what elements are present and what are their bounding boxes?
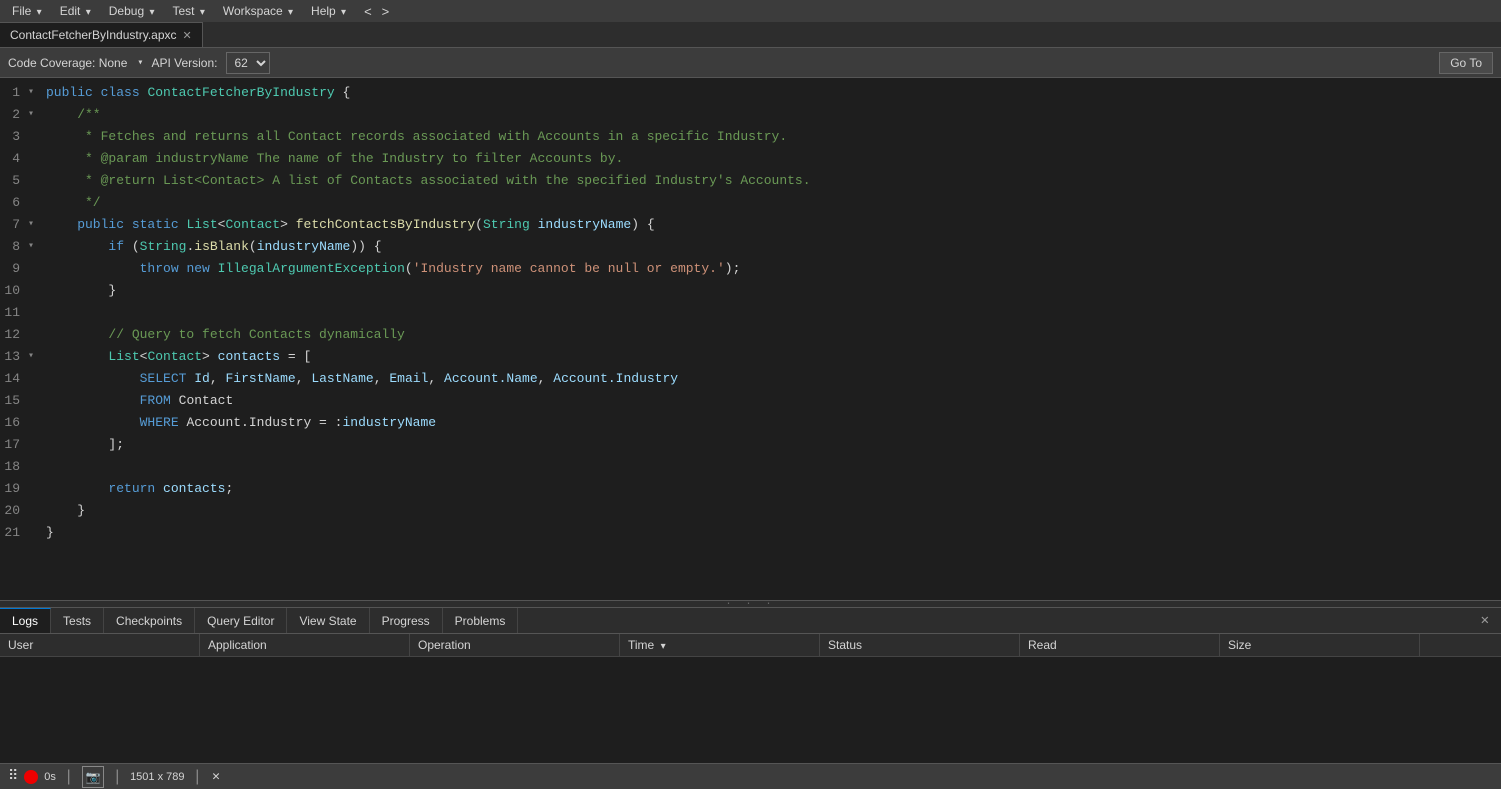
bottom-toolbar: ⠿ 0s | 📷 | 1501 x 789 | ✕: [0, 763, 1501, 789]
code-line-14: 14 SELECT Id, FirstName, LastName, Email…: [0, 368, 1501, 390]
code-line-15: 15 FROM Contact: [0, 390, 1501, 412]
code-line-19: 19 return contacts;: [0, 478, 1501, 500]
tab-close-button[interactable]: ✕: [183, 29, 192, 42]
code-line-12: 12 // Query to fetch Contacts dynamicall…: [0, 324, 1501, 346]
menu-workspace[interactable]: Workspace ▾: [215, 2, 301, 20]
logs-table-body: [0, 657, 1501, 763]
nav-back-button[interactable]: <: [360, 4, 376, 19]
tab-logs[interactable]: Logs: [0, 608, 51, 633]
code-line-5: 5 * @return List<Contact> A list of Cont…: [0, 170, 1501, 192]
tab-query-editor[interactable]: Query Editor: [195, 608, 287, 633]
bottom-panel-close-icon[interactable]: ✕: [1481, 612, 1495, 629]
col-operation: Operation: [410, 634, 620, 656]
nav-forward-button[interactable]: >: [378, 4, 394, 19]
tab-tests[interactable]: Tests: [51, 608, 104, 633]
tab-view-state[interactable]: View State: [287, 608, 369, 633]
code-line-4: 4 * @param industryName The name of the …: [0, 148, 1501, 170]
tab-problems[interactable]: Problems: [443, 608, 519, 633]
fold-arrow-1[interactable]: ▾: [28, 82, 42, 104]
col-size: Size: [1220, 634, 1420, 656]
code-line-8: 8 ▾ if (String.isBlank(industryName)) {: [0, 236, 1501, 258]
code-line-11: 11: [0, 302, 1501, 324]
code-line-18: 18: [0, 456, 1501, 478]
menu-bar: File ▾ Edit ▾ Debug ▾ Test ▾ Workspace ▾…: [0, 0, 1501, 22]
code-line-7: 7 ▾ public static List<Contact> fetchCon…: [0, 214, 1501, 236]
api-version-label: API Version:: [151, 56, 217, 70]
code-line-6: 6 */: [0, 192, 1501, 214]
camera-icon: 📷: [86, 771, 101, 785]
tab-label: ContactFetcherByIndustry.apxc: [10, 28, 177, 42]
code-coverage-label: Code Coverage: None: [8, 56, 127, 70]
col-read: Read: [1020, 634, 1220, 656]
code-line-17: 17 ];: [0, 434, 1501, 456]
tab-contactfetcherbyindustry[interactable]: ContactFetcherByIndustry.apxc ✕: [0, 22, 203, 47]
code-line-16: 16 WHERE Account.Industry = :industryNam…: [0, 412, 1501, 434]
col-application: Application: [200, 634, 410, 656]
code-line-2: 2 ▾ /**: [0, 104, 1501, 126]
menu-help[interactable]: Help ▾: [303, 2, 354, 20]
code-editor[interactable]: 1 ▾ public class ContactFetcherByIndustr…: [0, 78, 1501, 600]
fold-arrow-7[interactable]: ▾: [28, 214, 42, 236]
tab-bar: ContactFetcherByIndustry.apxc ✕: [0, 22, 1501, 48]
editor-toolbar: Code Coverage: None ▾ API Version: 62 Go…: [0, 48, 1501, 78]
time-display: 0s: [44, 771, 56, 783]
code-content: 1 ▾ public class ContactFetcherByIndustr…: [0, 78, 1501, 600]
goto-button[interactable]: Go To: [1439, 52, 1493, 74]
dimensions-display: 1501 x 789: [130, 771, 184, 783]
code-coverage-dropdown-icon[interactable]: ▾: [137, 57, 143, 69]
col-user: User: [0, 634, 200, 656]
tab-checkpoints[interactable]: Checkpoints: [104, 608, 195, 633]
tab-progress[interactable]: Progress: [370, 608, 443, 633]
fold-arrow-8[interactable]: ▾: [28, 236, 42, 258]
code-line-20: 20 }: [0, 500, 1501, 522]
bottom-tab-bar: Logs Tests Checkpoints Query Editor View…: [0, 608, 1501, 634]
code-line-1: 1 ▾ public class ContactFetcherByIndustr…: [0, 82, 1501, 104]
code-line-13: 13 ▾ List<Contact> contacts = [: [0, 346, 1501, 368]
code-line-21: 21 }: [0, 522, 1501, 544]
record-button[interactable]: [24, 770, 38, 784]
menu-debug[interactable]: Debug ▾: [101, 2, 163, 20]
menu-test[interactable]: Test ▾: [164, 2, 212, 20]
code-line-9: 9 throw new IllegalArgumentException('In…: [0, 258, 1501, 280]
menu-file[interactable]: File ▾: [4, 2, 50, 20]
fold-arrow-13[interactable]: ▾: [28, 346, 42, 368]
api-version-select[interactable]: 62: [226, 52, 270, 74]
logs-table-header: User Application Operation Time ▾ Status…: [0, 634, 1501, 657]
code-line-10: 10 }: [0, 280, 1501, 302]
camera-button[interactable]: 📷: [82, 766, 105, 788]
close-bottom-toolbar-button[interactable]: ✕: [212, 769, 220, 784]
grid-icon[interactable]: ⠿: [8, 768, 18, 785]
col-time[interactable]: Time ▾: [620, 634, 820, 656]
menu-edit[interactable]: Edit ▾: [52, 2, 99, 20]
bottom-panel: Logs Tests Checkpoints Query Editor View…: [0, 608, 1501, 763]
fold-arrow-2[interactable]: ▾: [28, 104, 42, 126]
col-status: Status: [820, 634, 1020, 656]
panel-resizer[interactable]: · · ·: [0, 600, 1501, 608]
code-line-3: 3 * Fetches and returns all Contact reco…: [0, 126, 1501, 148]
